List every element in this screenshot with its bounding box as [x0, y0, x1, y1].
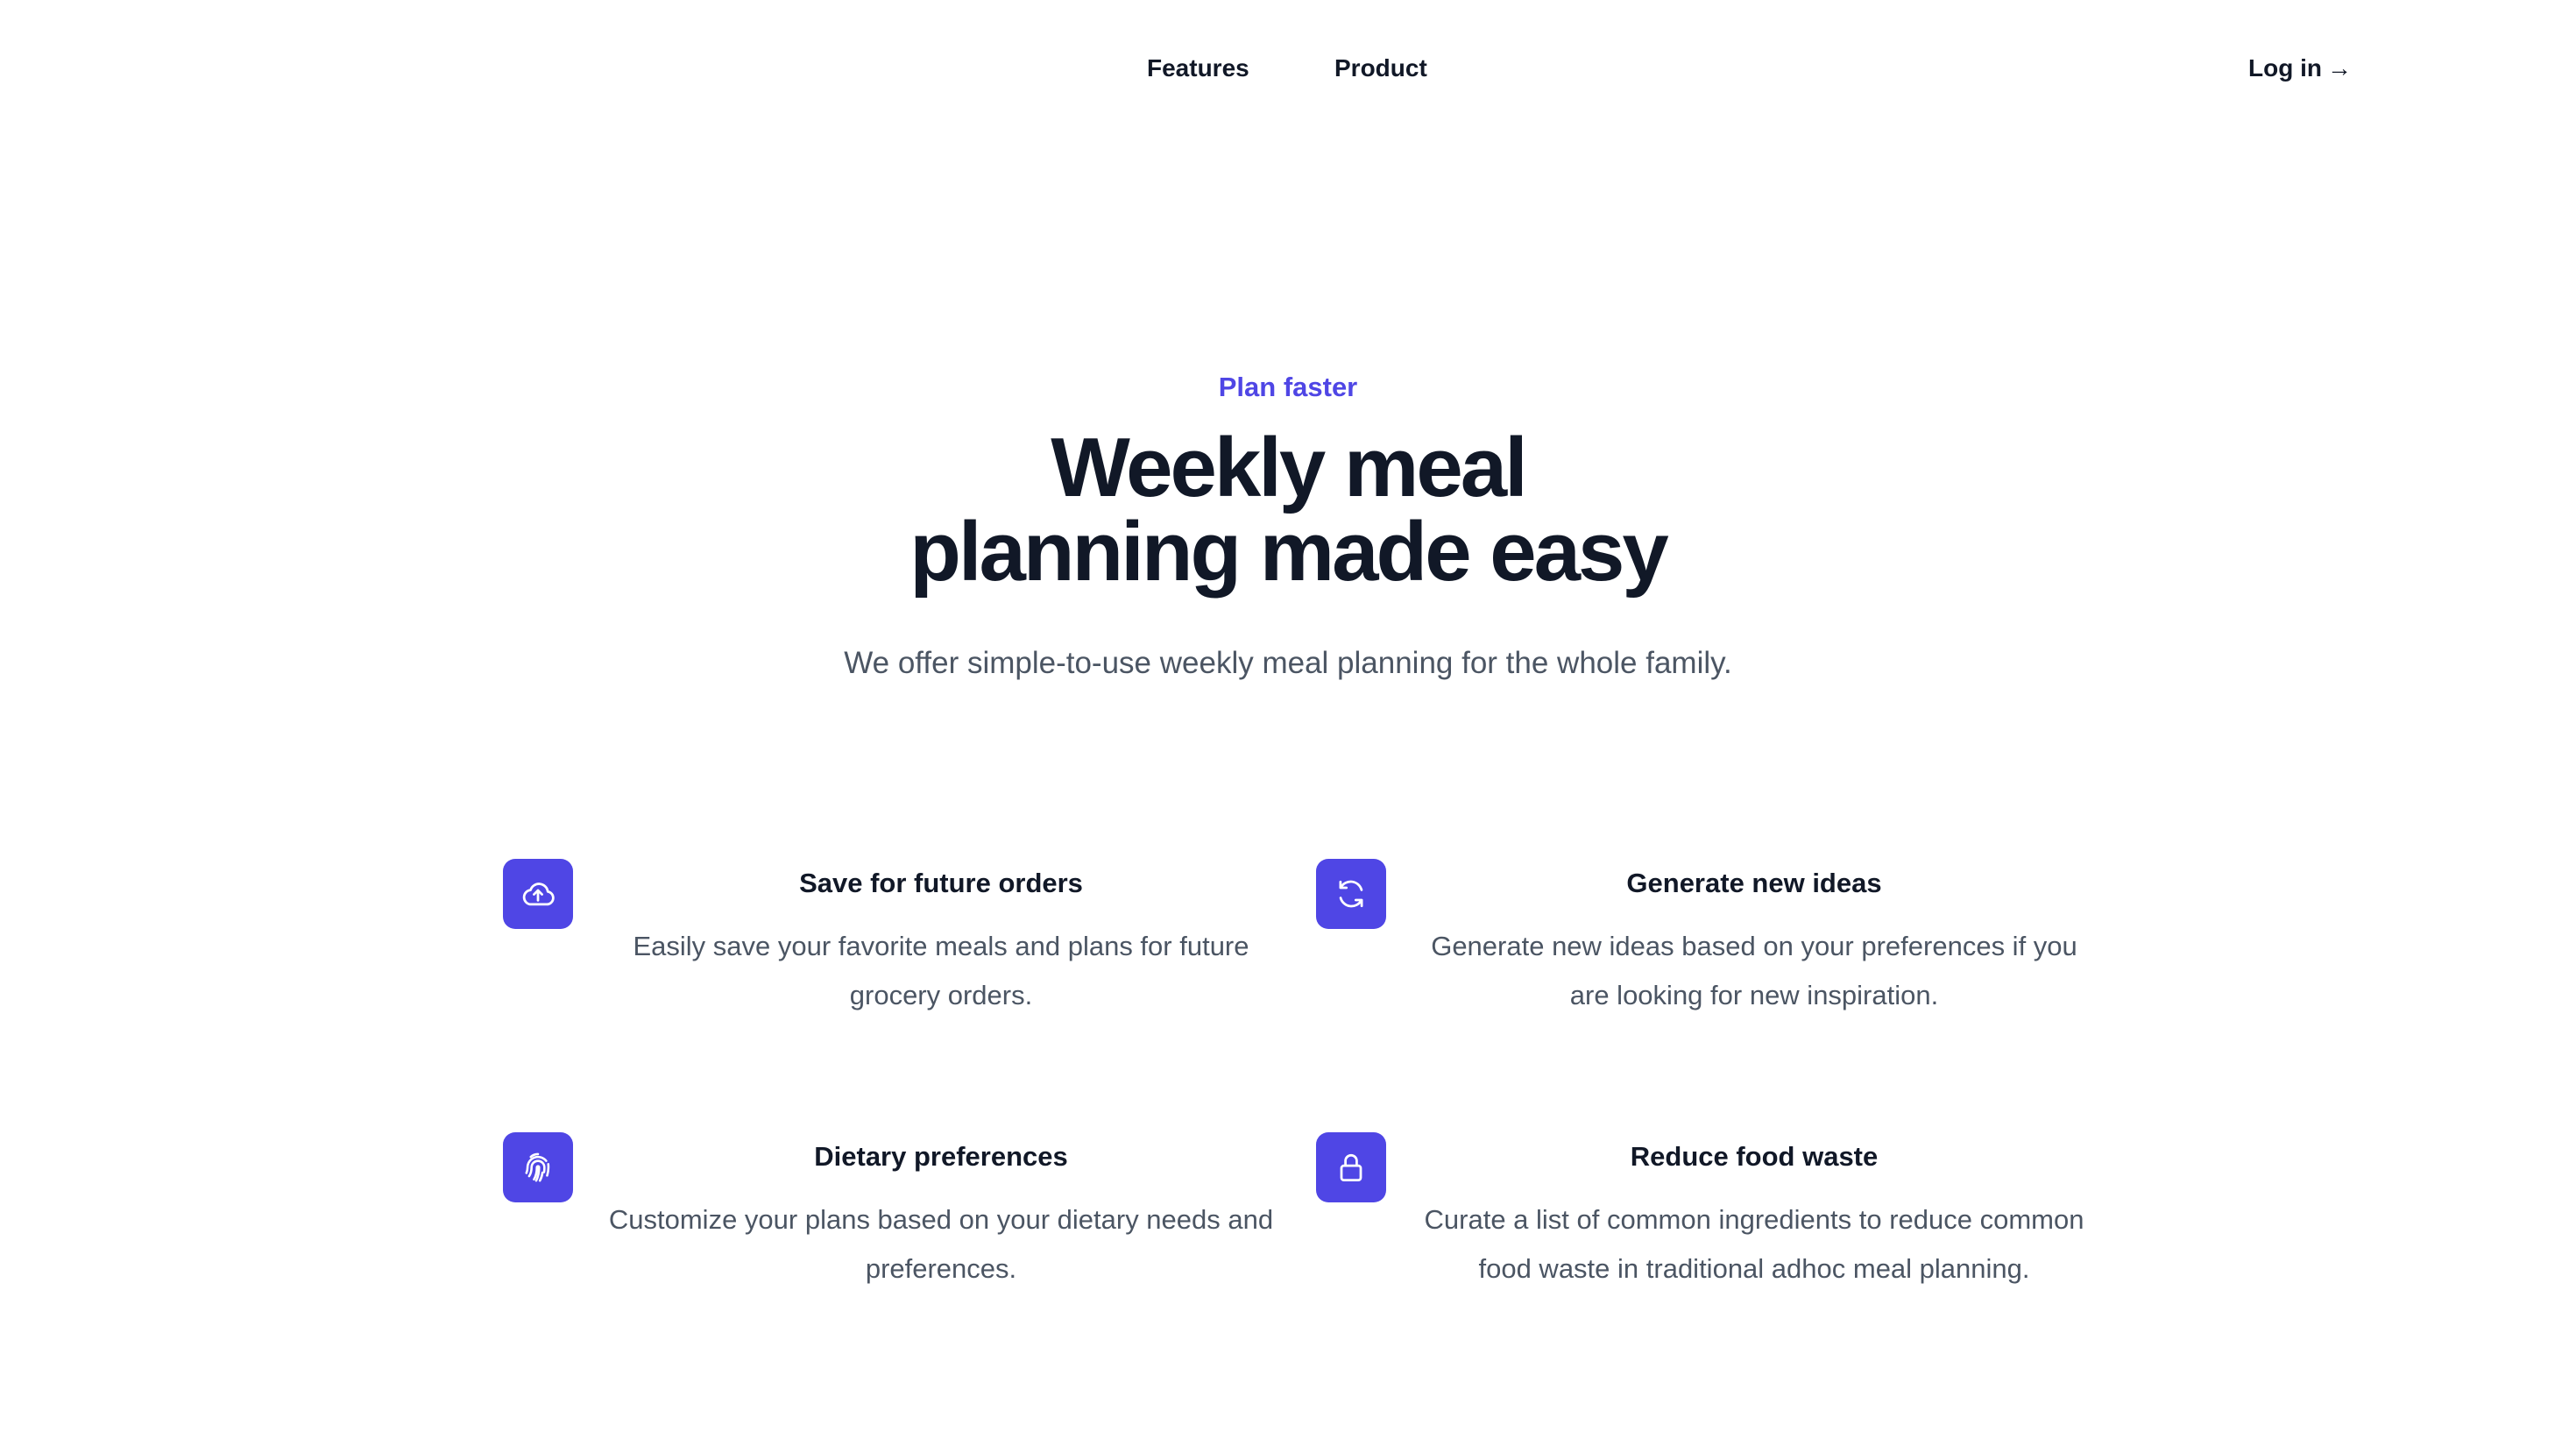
fingerprint-icon: [503, 1132, 573, 1202]
feature-text: Dietary preferences Customize your plans…: [608, 1138, 1274, 1294]
login-label: Log in: [2248, 54, 2322, 82]
hero-eyebrow: Plan faster: [1218, 372, 1358, 402]
feature-title: Generate new ideas: [1626, 868, 1882, 898]
feature-reduce-food-waste: Reduce food waste Curate a list of commo…: [1316, 1132, 2105, 1378]
hero-headline: Weekly meal planning made easy: [850, 426, 1726, 594]
hero-section: Plan faster Weekly meal planning made ea…: [0, 368, 2576, 685]
login-link[interactable]: Log in →: [2248, 51, 2352, 86]
feature-generate-new-ideas: Generate new ideas Generate new ideas ba…: [1316, 859, 2105, 1104]
feature-text: Reduce food waste Curate a list of commo…: [1421, 1138, 2087, 1294]
feature-text: Generate new ideas Generate new ideas ba…: [1421, 864, 2087, 1020]
hero-headline-line1: Weekly meal: [1051, 421, 1528, 514]
arrow-right-icon: →: [2327, 54, 2352, 82]
feature-title: Reduce food waste: [1630, 1141, 1879, 1172]
feature-title: Save for future orders: [799, 868, 1083, 898]
feature-description: Customize your plans based on your dieta…: [608, 1204, 1274, 1284]
nav-link-features[interactable]: Features: [1147, 51, 1249, 86]
feature-description: Easily save your favorite meals and plan…: [633, 931, 1249, 1010]
feature-description: Generate new ideas based on your prefere…: [1431, 931, 2077, 1010]
hero-subhead: We offer simple-to-use weekly meal plann…: [844, 646, 1732, 680]
lock-icon: [1316, 1132, 1386, 1202]
feature-text: Save for future orders Easily save your …: [608, 864, 1274, 1020]
hero-headline-line2: planning made easy: [909, 505, 1669, 599]
cloud-upload-icon: [503, 859, 573, 929]
site-header: Features Product Log in →: [0, 0, 2576, 137]
feature-description: Curate a list of common ingredients to r…: [1424, 1204, 2084, 1284]
feature-dietary-preferences: Dietary preferences Customize your plans…: [503, 1132, 1292, 1378]
feature-save-for-future-orders: Save for future orders Easily save your …: [503, 859, 1292, 1104]
nav-link-product[interactable]: Product: [1334, 51, 1427, 86]
feature-title: Dietary preferences: [814, 1141, 1068, 1172]
refresh-icon: [1316, 859, 1386, 929]
main-nav: Features Product: [0, 51, 2576, 86]
